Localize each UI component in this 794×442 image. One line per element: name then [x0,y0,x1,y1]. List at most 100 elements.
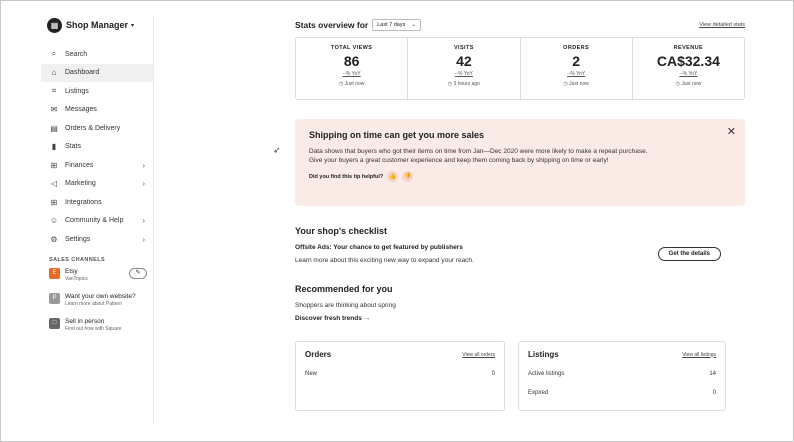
card-header: Listings View all listings [528,350,716,359]
sidebar-item-listings[interactable]: ⌗ Listings [41,82,153,101]
sidebar-item-messages[interactable]: ✉ Messages [41,101,153,120]
sidebar-item-orders-delivery[interactable]: ▤ Orders & Delivery [41,119,153,138]
stat-time: ◷ Just now [633,81,744,87]
stat-time-text: Just now [681,81,702,87]
sidebar-item-community-help[interactable]: ☺ Community & Help › [41,212,153,231]
sidebar-item-label: Community & Help [65,217,124,225]
thumbs-up-icon[interactable]: 👍 [387,171,399,183]
megaphone-icon: ◁ [50,179,58,189]
tip-title: Shipping on time can get you more sales [309,130,485,140]
sidebar-item-label: Orders & Delivery [65,124,121,132]
channel-etsy[interactable]: E Etsy VanTopics ✎ [49,267,153,288]
caret-down-icon: ▾ [131,22,135,29]
stat-value: CA$32.34 [656,53,720,69]
sidebar-item-label: Marketing [65,180,96,188]
listings-card: Listings View all listings Active listin… [518,341,726,411]
clipboard-icon: ▤ [50,123,58,133]
row-value: 0 [712,390,716,396]
stat-visits[interactable]: VISITS 42 --% YoY ◷ 3 hours ago [408,38,521,99]
summary-cards: Orders View all orders New 0 Listings Vi… [295,341,745,411]
sidebar-item-label: Messages [65,106,97,114]
shop-checklist: Your shop's checklist Offsite Ads: Your … [295,226,745,264]
stat-label: VISITS [453,45,474,51]
sidebar-item-label: Integrations [65,198,102,206]
channel-square[interactable]: □ Sell in person Find out how with Squar… [49,317,153,338]
mail-icon: ✉ [50,105,58,115]
stat-yoy: --% YoY [567,71,586,77]
sales-channels-heading: SALES CHANNELS [49,256,106,263]
sidebar: ▦ Shop Manager ▾ ⌕ Search ⌂ Dashboard ⌗ Listi… [41,15,154,425]
channel-pattern[interactable]: P Want your own website? Learn more abou… [49,292,153,313]
grid-icon: ⊞ [50,197,58,207]
stats-header: Stats overview for Last 7 days ⌄ View det… [295,15,745,35]
stat-total-views[interactable]: TOTAL VIEWS 86 --% YoY ◷ Just now [296,38,409,99]
sidebar-item-label: Listings [65,87,89,95]
stat-time: ◷ 3 hours ago [408,81,519,87]
checklist-item: Offsite Ads: Your chance to get featured… [295,244,745,264]
card-title: Listings [528,350,559,359]
card-title: Orders [305,350,332,359]
sidebar-nav: ⌕ Search ⌂ Dashboard ⌗ Listings ✉ Messages ▤ Orde… [41,45,153,249]
discover-trends-link[interactable]: Discover fresh trends → [295,315,745,322]
chevron-right-icon: › [142,179,145,189]
sidebar-item-label: Finances [65,161,94,169]
card-row[interactable]: Active listings 14 [528,371,716,377]
channel-title: Want your own website? [65,292,136,300]
square-icon: □ [49,317,60,329]
stat-time: ◷ Just now [521,81,632,87]
row-label: Expired [528,390,549,396]
sidebar-item-marketing[interactable]: ◁ Marketing › [41,175,153,194]
bar-chart-icon: ▮ [51,142,57,152]
orders-card: Orders View all orders New 0 [295,341,505,411]
stat-time-text: Just now [344,81,365,87]
mouse-cursor-icon: ➶ [273,145,281,155]
view-detailed-stats-link[interactable]: View detailed stats [699,22,745,28]
stat-value: 2 [572,53,581,69]
sidebar-item-search[interactable]: ⌕ Search [41,45,153,64]
view-all-listings-link[interactable]: View all listings [682,352,716,358]
period-select[interactable]: Last 7 days ⌄ [372,19,421,31]
sidebar-item-settings[interactable]: ⚙ Settings › [41,230,153,249]
sidebar-item-dashboard[interactable]: ⌂ Dashboard [41,63,153,82]
row-value: 0 [491,371,495,377]
search-icon: ⌕ [51,49,57,59]
card-header: Orders View all orders [305,350,495,359]
shop-manager-menu[interactable]: ▦ Shop Manager ▾ [47,15,153,35]
shipping-tip-banner: Shipping on time can get you more sales … [295,119,745,206]
pattern-icon: P [49,292,60,304]
view-all-orders-link[interactable]: View all orders [462,352,495,358]
close-icon[interactable]: ✕ [727,125,736,138]
dashboard-main: Stats overview for Last 7 days ⌄ View det… [295,15,745,411]
stat-label: ORDERS [563,45,590,51]
row-label: Active listings [528,371,565,377]
card-row[interactable]: Expired 0 [528,390,716,396]
home-icon: ⌂ [51,68,57,78]
stat-label: REVENUE [673,45,704,51]
chevron-down-icon: ⌄ [411,22,416,28]
stat-time: ◷ Just now [296,81,407,87]
stats-title: Stats overview for [295,20,369,30]
stats-overview: TOTAL VIEWS 86 --% YoY ◷ Just now VISITS… [295,37,745,100]
get-details-button[interactable]: Get the details [657,247,721,261]
sidebar-item-stats[interactable]: ▮ Stats [41,138,153,157]
channel-sub: VanTopics [65,275,88,282]
people-icon: ☺ [49,216,59,226]
thumbs-down-icon[interactable]: 👎 [402,171,414,183]
stat-orders[interactable]: ORDERS 2 --% YoY ◷ Just now [521,38,633,99]
card-row[interactable]: New 0 [305,371,495,377]
stat-revenue[interactable]: REVENUE CA$32.34 --% YoY ◷ Just now [633,38,744,99]
edit-pencil-button[interactable]: ✎ [129,267,147,279]
sidebar-item-label: Stats [65,143,81,151]
stat-value: 86 [343,53,360,69]
checklist-title: Your shop's checklist [295,226,387,236]
sidebar-item-label: Search [65,50,88,58]
sidebar-item-integrations[interactable]: ⊞ Integrations [41,193,153,212]
chevron-right-icon: › [142,160,145,170]
shop-icon: ▦ [47,17,62,33]
app-window: ▦ Shop Manager ▾ ⌕ Search ⌂ Dashboard ⌗ Listi… [0,0,794,442]
sidebar-item-finances[interactable]: ⊞ Finances › [41,156,153,175]
chevron-right-icon: › [142,234,145,244]
channel-title: Etsy [65,267,78,275]
row-value: 14 [709,371,716,377]
channel-sub: Find out how with Square [65,325,122,332]
